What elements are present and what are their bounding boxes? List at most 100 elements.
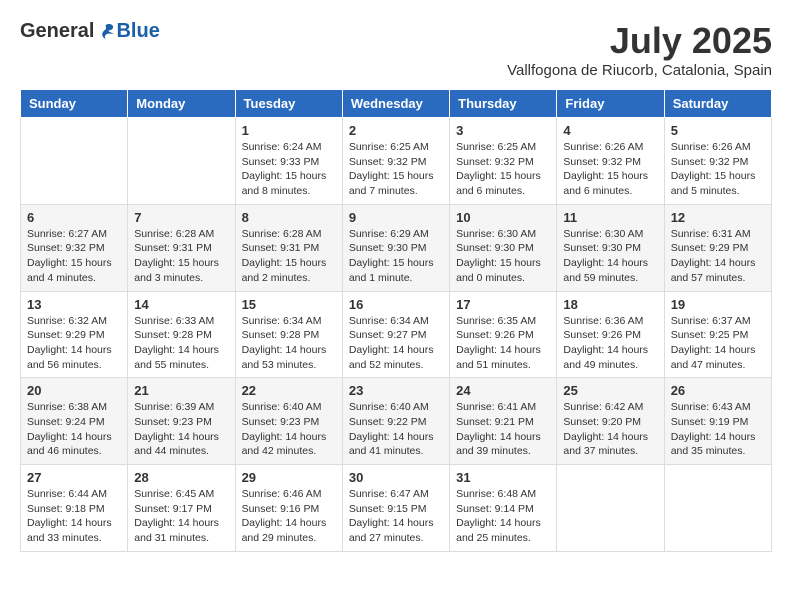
- day-number: 31: [456, 470, 550, 485]
- day-info: Sunrise: 6:41 AMSunset: 9:21 PMDaylight:…: [456, 400, 550, 459]
- day-info: Sunrise: 6:38 AMSunset: 9:24 PMDaylight:…: [27, 400, 121, 459]
- day-info: Sunrise: 6:26 AMSunset: 9:32 PMDaylight:…: [563, 140, 657, 199]
- header-monday: Monday: [128, 90, 235, 118]
- day-info: Sunrise: 6:25 AMSunset: 9:32 PMDaylight:…: [456, 140, 550, 199]
- calendar-week-2: 6Sunrise: 6:27 AMSunset: 9:32 PMDaylight…: [21, 204, 772, 291]
- day-number: 25: [563, 383, 657, 398]
- calendar-cell: [664, 465, 771, 552]
- logo-blue-text: Blue: [116, 20, 159, 43]
- calendar-cell: 26Sunrise: 6:43 AMSunset: 9:19 PMDayligh…: [664, 378, 771, 465]
- day-info: Sunrise: 6:26 AMSunset: 9:32 PMDaylight:…: [671, 140, 765, 199]
- day-number: 6: [27, 210, 121, 225]
- calendar-cell: 16 Sunrise: 6:34 AMSunset: 9:27 PMDayligh…: [342, 291, 449, 378]
- day-number: 30: [349, 470, 443, 485]
- day-info: Sunrise: 6:39 AMSunset: 9:23 PMDaylight:…: [134, 400, 228, 459]
- calendar-cell: [557, 465, 664, 552]
- day-info: Sunrise: 6:35 AMSunset: 9:26 PMDaylight:…: [456, 314, 550, 373]
- day-info: Sunrise: 6:29 AMSunset: 9:30 PMDaylight:…: [349, 227, 443, 286]
- day-info: Sunrise: 6:40 AMSunset: 9:22 PMDaylight:…: [349, 400, 443, 459]
- day-info: Sunrise: 6:28 AMSunset: 9:31 PMDaylight:…: [134, 227, 228, 286]
- day-number: 26: [671, 383, 765, 398]
- day-info: Sunrise: 6:42 AMSunset: 9:20 PMDaylight:…: [563, 400, 657, 459]
- header-tuesday: Tuesday: [235, 90, 342, 118]
- calendar-week-1: 1 Sunrise: 6:24 AMSunset: 9:33 PMDaylight…: [21, 118, 772, 205]
- calendar-cell: 10 Sunrise: 6:30 AMSunset: 9:30 PMDayligh…: [450, 204, 557, 291]
- day-number: 1: [242, 123, 336, 138]
- calendar-week-4: 20Sunrise: 6:38 AMSunset: 9:24 PMDayligh…: [21, 378, 772, 465]
- calendar-cell: 24 Sunrise: 6:41 AMSunset: 9:21 PMDayligh…: [450, 378, 557, 465]
- day-info: Sunrise: 6:24 AMSunset: 9:33 PMDaylight:…: [242, 140, 336, 199]
- day-info: Sunrise: 6:34 AMSunset: 9:28 PMDaylight:…: [242, 314, 336, 373]
- day-info: Sunrise: 6:32 AMSunset: 9:29 PMDaylight:…: [27, 314, 121, 373]
- day-info: Sunrise: 6:48 AMSunset: 9:14 PMDaylight:…: [456, 487, 550, 546]
- calendar-cell: 23 Sunrise: 6:40 AMSunset: 9:22 PMDayligh…: [342, 378, 449, 465]
- calendar-cell: 4 Sunrise: 6:26 AMSunset: 9:32 PMDaylight…: [557, 118, 664, 205]
- calendar-cell: [128, 118, 235, 205]
- calendar-cell: 29 Sunrise: 6:46 AMSunset: 9:16 PMDayligh…: [235, 465, 342, 552]
- calendar-cell: 15 Sunrise: 6:34 AMSunset: 9:28 PMDayligh…: [235, 291, 342, 378]
- calendar-table: Sunday Monday Tuesday Wednesday Thursday…: [20, 89, 772, 552]
- day-number: 23: [349, 383, 443, 398]
- calendar-cell: 5 Sunrise: 6:26 AMSunset: 9:32 PMDaylight…: [664, 118, 771, 205]
- day-info: Sunrise: 6:30 AMSunset: 9:30 PMDaylight:…: [563, 227, 657, 286]
- calendar-cell: 20Sunrise: 6:38 AMSunset: 9:24 PMDayligh…: [21, 378, 128, 465]
- calendar-week-3: 13 Sunrise: 6:32 AMSunset: 9:29 PMDayligh…: [21, 291, 772, 378]
- day-info: Sunrise: 6:30 AMSunset: 9:30 PMDaylight:…: [456, 227, 550, 286]
- day-info: Sunrise: 6:37 AMSunset: 9:25 PMDaylight:…: [671, 314, 765, 373]
- day-number: 16: [349, 297, 443, 312]
- day-number: 3: [456, 123, 550, 138]
- calendar-cell: 11Sunrise: 6:30 AMSunset: 9:30 PMDayligh…: [557, 204, 664, 291]
- day-number: 13: [27, 297, 121, 312]
- day-info: Sunrise: 6:33 AMSunset: 9:28 PMDaylight:…: [134, 314, 228, 373]
- day-number: 18: [563, 297, 657, 312]
- title-section: July 2025 Vallfogona de Riucorb, Catalon…: [507, 20, 772, 79]
- calendar-cell: [21, 118, 128, 205]
- day-number: 5: [671, 123, 765, 138]
- calendar-cell: 30 Sunrise: 6:47 AMSunset: 9:15 PMDayligh…: [342, 465, 449, 552]
- day-number: 14: [134, 297, 228, 312]
- day-number: 4: [563, 123, 657, 138]
- day-number: 19: [671, 297, 765, 312]
- day-number: 22: [242, 383, 336, 398]
- day-number: 21: [134, 383, 228, 398]
- day-number: 8: [242, 210, 336, 225]
- day-number: 17: [456, 297, 550, 312]
- day-info: Sunrise: 6:45 AMSunset: 9:17 PMDaylight:…: [134, 487, 228, 546]
- calendar-cell: 17 Sunrise: 6:35 AMSunset: 9:26 PMDayligh…: [450, 291, 557, 378]
- calendar-cell: 12 Sunrise: 6:31 AMSunset: 9:29 PMDayligh…: [664, 204, 771, 291]
- calendar-cell: 1 Sunrise: 6:24 AMSunset: 9:33 PMDaylight…: [235, 118, 342, 205]
- location-subtitle: Vallfogona de Riucorb, Catalonia, Spain: [507, 62, 772, 79]
- day-info: Sunrise: 6:25 AMSunset: 9:32 PMDaylight:…: [349, 140, 443, 199]
- calendar-cell: 7 Sunrise: 6:28 AMSunset: 9:31 PMDaylight…: [128, 204, 235, 291]
- calendar-cell: 14 Sunrise: 6:33 AMSunset: 9:28 PMDayligh…: [128, 291, 235, 378]
- calendar-cell: 3 Sunrise: 6:25 AMSunset: 9:32 PMDaylight…: [450, 118, 557, 205]
- calendar-cell: 2 Sunrise: 6:25 AMSunset: 9:32 PMDaylight…: [342, 118, 449, 205]
- day-info: Sunrise: 6:47 AMSunset: 9:15 PMDaylight:…: [349, 487, 443, 546]
- day-info: Sunrise: 6:34 AMSunset: 9:27 PMDaylight:…: [349, 314, 443, 373]
- calendar-cell: 22Sunrise: 6:40 AMSunset: 9:23 PMDayligh…: [235, 378, 342, 465]
- calendar-cell: 21 Sunrise: 6:39 AMSunset: 9:23 PMDayligh…: [128, 378, 235, 465]
- logo: General Blue: [20, 20, 160, 43]
- month-title: July 2025: [507, 20, 772, 62]
- calendar-header-row: Sunday Monday Tuesday Wednesday Thursday…: [21, 90, 772, 118]
- calendar-cell: 13 Sunrise: 6:32 AMSunset: 9:29 PMDayligh…: [21, 291, 128, 378]
- calendar-cell: 19 Sunrise: 6:37 AMSunset: 9:25 PMDayligh…: [664, 291, 771, 378]
- day-number: 7: [134, 210, 228, 225]
- day-number: 12: [671, 210, 765, 225]
- page-header: General Blue July 2025 Vallfogona de Riu…: [20, 20, 772, 79]
- day-info: Sunrise: 6:31 AMSunset: 9:29 PMDaylight:…: [671, 227, 765, 286]
- day-number: 2: [349, 123, 443, 138]
- day-number: 24: [456, 383, 550, 398]
- day-number: 10: [456, 210, 550, 225]
- day-info: Sunrise: 6:36 AMSunset: 9:26 PMDaylight:…: [563, 314, 657, 373]
- day-number: 27: [27, 470, 121, 485]
- logo-bird-icon: [96, 22, 116, 42]
- calendar-week-5: 27Sunrise: 6:44 AMSunset: 9:18 PMDayligh…: [21, 465, 772, 552]
- day-number: 29: [242, 470, 336, 485]
- calendar-cell: 18 Sunrise: 6:36 AMSunset: 9:26 PMDayligh…: [557, 291, 664, 378]
- day-number: 28: [134, 470, 228, 485]
- day-info: Sunrise: 6:46 AMSunset: 9:16 PMDaylight:…: [242, 487, 336, 546]
- calendar-cell: 25 Sunrise: 6:42 AMSunset: 9:20 PMDayligh…: [557, 378, 664, 465]
- day-number: 15: [242, 297, 336, 312]
- header-wednesday: Wednesday: [342, 90, 449, 118]
